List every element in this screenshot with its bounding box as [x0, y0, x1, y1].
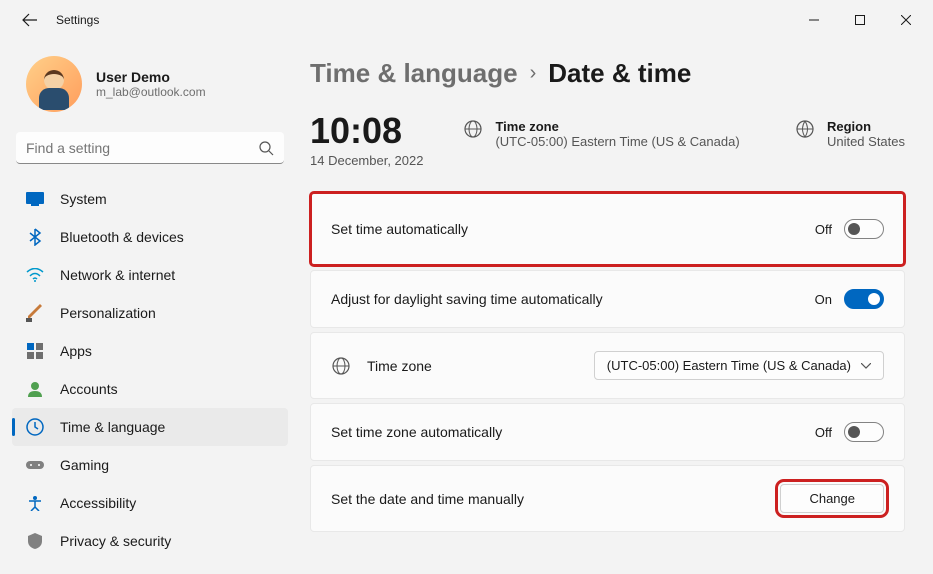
profile-email: m_lab@outlook.com [96, 85, 206, 99]
setting-label: Adjust for daylight saving time automati… [331, 291, 603, 307]
person-icon [26, 380, 44, 398]
nav-gaming[interactable]: Gaming [12, 446, 288, 484]
apps-icon [26, 342, 44, 360]
current-time: 10:08 [310, 113, 423, 149]
accessibility-icon [26, 494, 44, 512]
nav-label: Apps [60, 343, 92, 359]
toggle-state: Off [815, 222, 832, 237]
bluetooth-icon [26, 228, 44, 246]
close-button[interactable] [883, 4, 929, 36]
nav-label: Bluetooth & devices [60, 229, 184, 245]
nav-system[interactable]: System [12, 180, 288, 218]
region-summary: Region United States [795, 113, 905, 149]
setting-label: Set time zone automatically [331, 424, 502, 440]
toggle-state: On [815, 292, 832, 307]
gamepad-icon [26, 456, 44, 474]
set-manual-card: Set the date and time manually Change [310, 465, 905, 532]
nav-label: Accessibility [60, 495, 136, 511]
change-button[interactable]: Change [780, 484, 884, 513]
set-time-auto-toggle[interactable] [844, 219, 884, 239]
setting-label: Set the date and time manually [331, 491, 524, 507]
main-content: Time & language › Date & time 10:08 14 D… [300, 40, 933, 574]
info-row: 10:08 14 December, 2022 Time zone (UTC-0… [310, 113, 905, 168]
titlebar: Settings [0, 0, 933, 40]
maximize-icon [855, 15, 865, 25]
dropdown-value: (UTC-05:00) Eastern Time (US & Canada) [607, 358, 851, 373]
profile-block[interactable]: User Demo m_lab@outlook.com [12, 48, 288, 132]
nav-accessibility[interactable]: Accessibility [12, 484, 288, 522]
dst-auto-toggle[interactable] [844, 289, 884, 309]
brush-icon [26, 304, 44, 322]
chevron-right-icon: › [530, 62, 537, 85]
close-icon [901, 15, 911, 25]
nav-label: Time & language [60, 419, 165, 435]
profile-name: User Demo [96, 69, 206, 85]
setting-label: Time zone [367, 358, 432, 374]
globe-icon [795, 119, 815, 139]
region-value: United States [827, 134, 905, 149]
nav-network[interactable]: Network & internet [12, 256, 288, 294]
nav-privacy[interactable]: Privacy & security [12, 522, 288, 560]
clock-globe-icon [26, 418, 44, 436]
nav-accounts[interactable]: Accounts [12, 370, 288, 408]
minimize-button[interactable] [791, 4, 837, 36]
set-tz-auto-toggle[interactable] [844, 422, 884, 442]
toggle-state: Off [815, 425, 832, 440]
nav-apps[interactable]: Apps [12, 332, 288, 370]
timezone-summary: Time zone (UTC-05:00) Eastern Time (US &… [463, 113, 739, 149]
breadcrumb-current: Date & time [548, 58, 691, 89]
sidebar: User Demo m_lab@outlook.com System Bluet… [0, 40, 300, 574]
globe-clock-icon [463, 119, 483, 139]
set-tz-auto-card: Set time zone automatically Off [310, 403, 905, 461]
region-label: Region [827, 119, 905, 134]
setting-label: Set time automatically [331, 221, 468, 237]
arrow-left-icon [22, 12, 38, 28]
current-date: 14 December, 2022 [310, 153, 423, 168]
search-box[interactable] [16, 132, 284, 164]
back-button[interactable] [20, 10, 40, 30]
breadcrumb-parent[interactable]: Time & language [310, 58, 518, 89]
nav-list: System Bluetooth & devices Network & int… [12, 180, 288, 560]
nav-bluetooth[interactable]: Bluetooth & devices [12, 218, 288, 256]
set-time-auto-card: Set time automatically Off [310, 192, 905, 266]
nav-label: Gaming [60, 457, 109, 473]
avatar [26, 56, 82, 112]
nav-personalization[interactable]: Personalization [12, 294, 288, 332]
chevron-down-icon [861, 363, 871, 369]
search-input[interactable] [26, 140, 258, 156]
maximize-button[interactable] [837, 4, 883, 36]
nav-label: Personalization [60, 305, 156, 321]
nav-label: Privacy & security [60, 533, 171, 549]
timezone-value: (UTC-05:00) Eastern Time (US & Canada) [495, 134, 739, 149]
timezone-card: Time zone (UTC-05:00) Eastern Time (US &… [310, 332, 905, 399]
timezone-label: Time zone [495, 119, 739, 134]
nav-label: System [60, 191, 107, 207]
globe-clock-icon [331, 356, 351, 376]
nav-label: Accounts [60, 381, 118, 397]
nav-label: Network & internet [60, 267, 175, 283]
wifi-icon [26, 266, 44, 284]
search-icon [258, 140, 274, 156]
timezone-dropdown[interactable]: (UTC-05:00) Eastern Time (US & Canada) [594, 351, 884, 380]
nav-time-language[interactable]: Time & language [12, 408, 288, 446]
dst-auto-card: Adjust for daylight saving time automati… [310, 270, 905, 328]
display-icon [26, 190, 44, 208]
window-title: Settings [56, 13, 99, 27]
shield-icon [26, 532, 44, 550]
minimize-icon [809, 15, 819, 25]
breadcrumb: Time & language › Date & time [310, 58, 905, 89]
